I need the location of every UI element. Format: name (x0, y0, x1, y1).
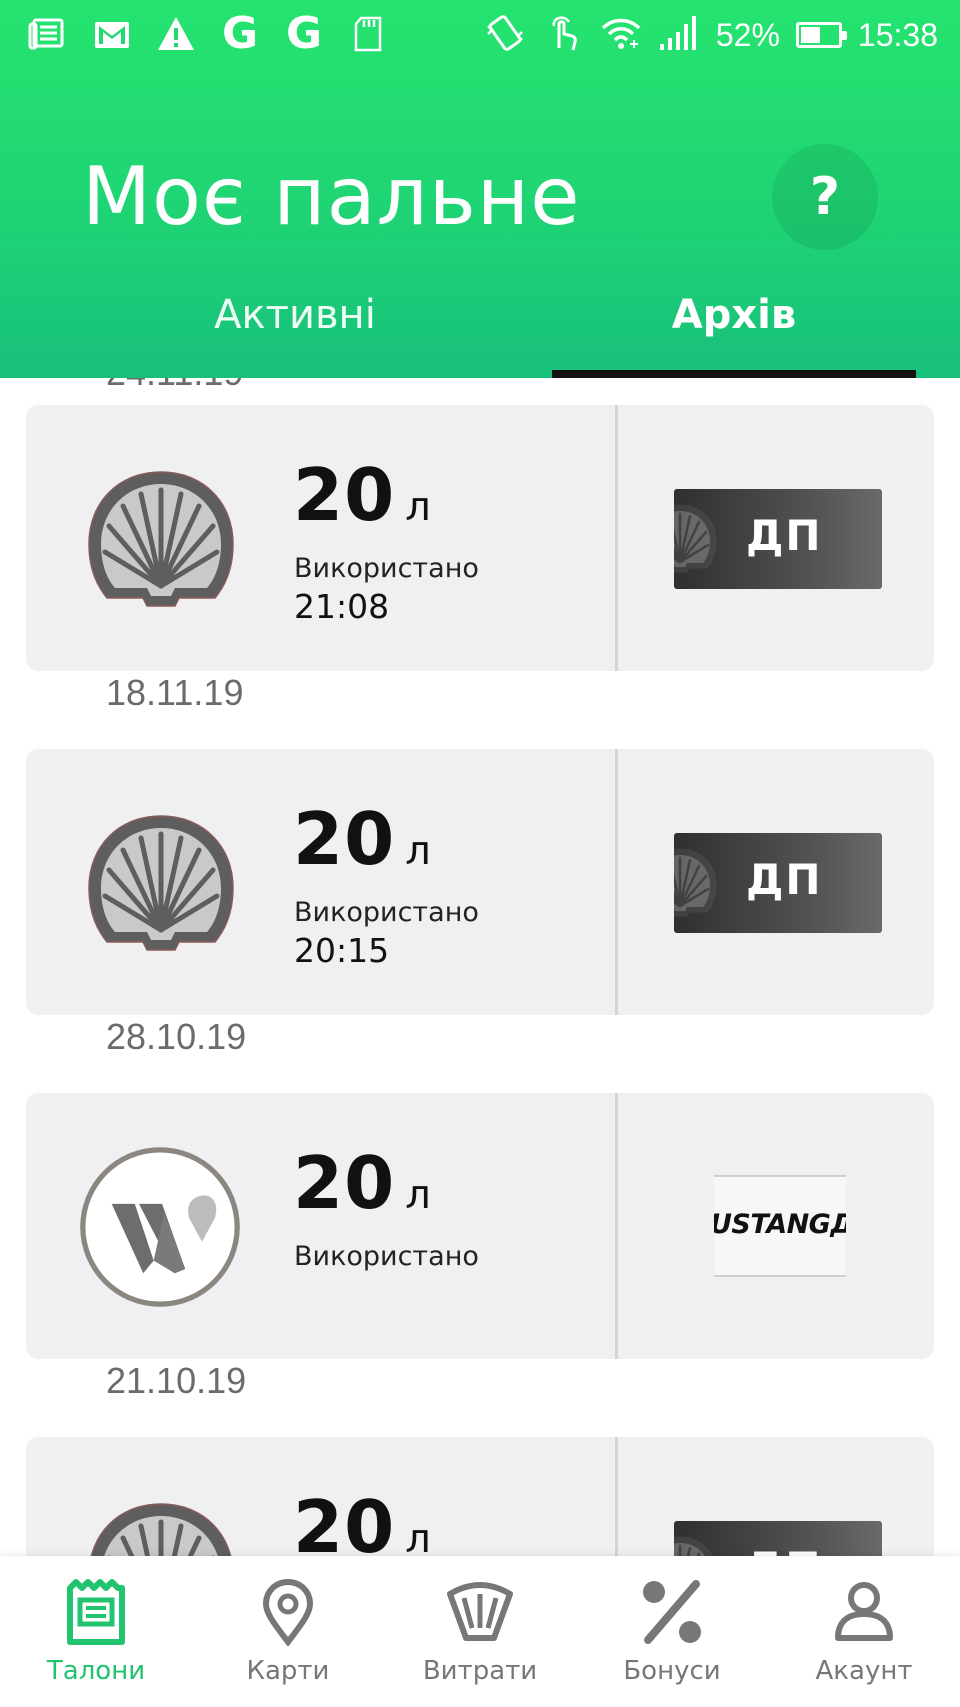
coupon-list[interactable]: 24.11.19 20л Використано 21:08 ДП 18.11.… (0, 378, 960, 1556)
coupon-date: 18.11.19 (106, 672, 244, 713)
coupons-icon (67, 1579, 125, 1645)
coupon-card[interactable]: 20л ДП (26, 1437, 934, 1556)
tab-archive[interactable]: Архів (552, 282, 916, 378)
help-button[interactable]: ? (772, 144, 878, 250)
amount-value: 20 (293, 797, 396, 881)
network-name: ДП (746, 1543, 823, 1556)
system-icons: 52% 15:38 (484, 12, 938, 58)
tab-active[interactable]: Активні (110, 282, 480, 378)
shell-logo-icon (81, 460, 241, 620)
coupon-date: 21.10.19 (106, 1360, 247, 1401)
card-divider (615, 405, 618, 671)
signal-icon (658, 12, 700, 58)
google-icon: G (221, 8, 259, 59)
nav-coupons[interactable]: Талони (0, 1556, 192, 1707)
battery-icon (795, 22, 847, 48)
network-badge: ДП (674, 489, 882, 589)
tab-bar: Активні Архів (0, 282, 960, 378)
card-divider (615, 749, 618, 1015)
network-badge: ДП (674, 833, 882, 933)
coupon-time: 21:08 (294, 587, 390, 626)
amount-value: 20 (293, 1141, 396, 1225)
network-name: USTANGДІ (714, 1209, 846, 1240)
coupon-status: Використано (294, 1241, 479, 1272)
fuel-gauge-icon (447, 1582, 513, 1641)
battery-percent: 52% (715, 16, 780, 53)
wifi-icon (600, 12, 642, 58)
coupon-status: Використано (294, 897, 479, 928)
amount-value: 20 (293, 453, 396, 537)
coupon-card[interactable]: 20л Використано USTANGДІ (26, 1093, 934, 1359)
nav-label: Талони (46, 1656, 146, 1686)
network-badge: ДП (674, 1521, 882, 1556)
google-icon: G (285, 8, 323, 59)
page-title: Моє пальне (82, 150, 581, 243)
amount-unit: л (405, 828, 431, 874)
touch-icon (542, 12, 584, 58)
coupon-card[interactable]: 20 л Використано 20:15 ДП (26, 749, 934, 1015)
sd-card-icon (346, 12, 390, 56)
shell-logo-icon (81, 804, 241, 964)
map-pin-icon (262, 1578, 314, 1646)
shell-watermark-icon (674, 497, 720, 581)
status-bar: G G 52% 15:38 (0, 0, 960, 68)
gmail-icon (90, 12, 134, 56)
coupon-amount: 20 л (293, 453, 431, 537)
amount-unit: л (405, 484, 431, 530)
shell-watermark-icon (674, 841, 720, 925)
shell-logo-icon (81, 1492, 241, 1556)
coupon-date: 24.11.19 (106, 378, 243, 394)
amount-unit: л (405, 1172, 431, 1218)
network-name: ДП (746, 855, 823, 904)
nav-bonuses[interactable]: Бонуси (576, 1556, 768, 1707)
coupon-card[interactable]: 20 л Використано 21:08 ДП (26, 405, 934, 671)
nav-label: Карти (246, 1656, 330, 1686)
nav-expenses[interactable]: Витрати (384, 1556, 576, 1707)
bottom-navigation: Талони Карти Витрати Бонуси Акаунт (0, 1556, 960, 1707)
nav-maps[interactable]: Карти (192, 1556, 384, 1707)
warning-icon (154, 12, 198, 56)
percent-icon (643, 1580, 701, 1644)
coupon-amount: 20 л (293, 1485, 431, 1556)
clock: 15:38 (857, 16, 938, 53)
amount-unit: л (405, 1516, 431, 1556)
person-icon (835, 1582, 893, 1641)
tab-indicator (552, 370, 916, 378)
network-name: ДП (746, 511, 823, 560)
coupon-status: Використано (294, 553, 479, 584)
amount-value: 20 (293, 1485, 396, 1556)
card-divider (615, 1093, 618, 1359)
coupon-amount: 20 л (293, 1141, 431, 1225)
wog-logo-icon (76, 1143, 244, 1311)
coupon-amount: 20 л (293, 797, 431, 881)
card-divider (615, 1437, 618, 1556)
news-icon (26, 12, 70, 56)
coupon-date: 28.10.19 (106, 1016, 247, 1057)
coupon-time: 20:15 (294, 931, 390, 970)
nav-label: Акаунт (815, 1656, 913, 1686)
notification-icons: G G (26, 12, 390, 56)
nav-label: Витрати (422, 1656, 538, 1686)
app-header: G G 52% 15:38 Моє пальне ? Активні Архів (0, 0, 960, 378)
nav-account[interactable]: Акаунт (768, 1556, 960, 1707)
vibrate-icon (484, 12, 526, 58)
nav-label: Бонуси (623, 1656, 721, 1686)
network-badge: USTANGДІ (714, 1175, 846, 1277)
shell-watermark-icon (674, 1529, 720, 1556)
